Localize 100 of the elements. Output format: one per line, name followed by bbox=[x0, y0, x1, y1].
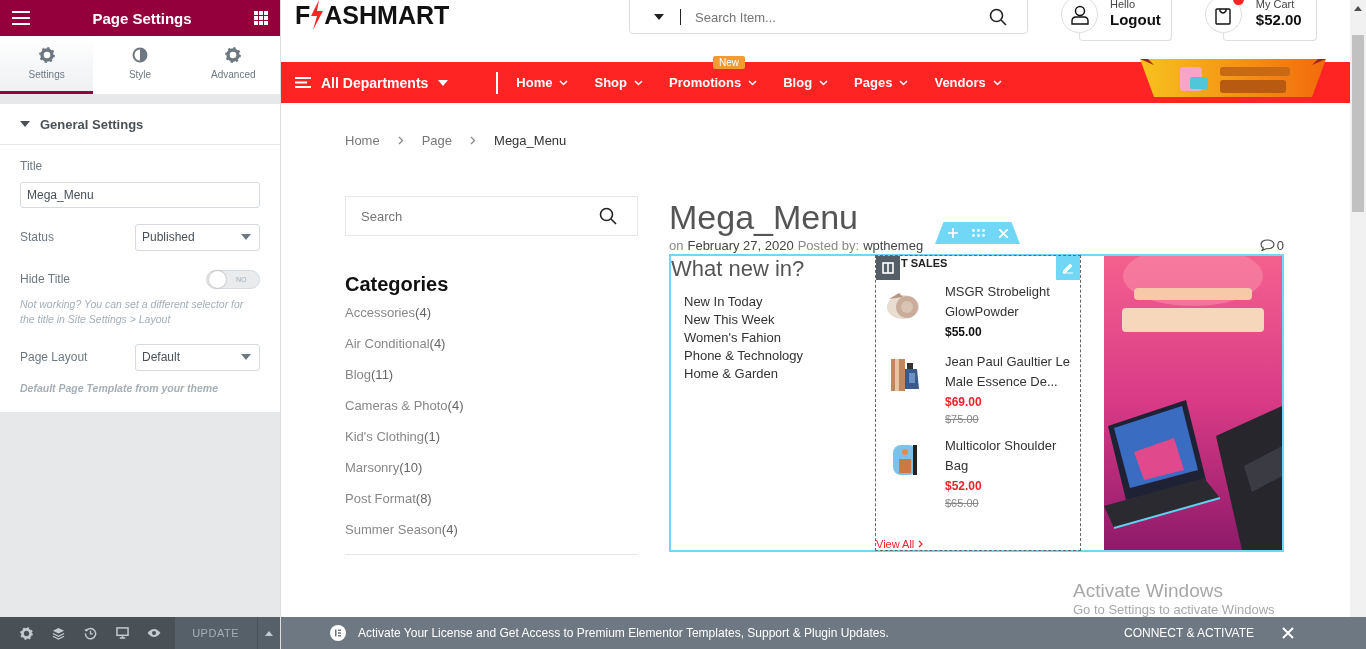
nav-link[interactable]: Home bbox=[516, 75, 569, 90]
category-link[interactable]: Air Conditional(4) bbox=[345, 336, 446, 351]
menu-link[interactable]: Phone & Technology bbox=[684, 348, 804, 363]
post-title: Mega_Menu bbox=[669, 197, 858, 238]
gear-icon bbox=[38, 47, 55, 63]
caret-down-icon bbox=[241, 354, 251, 360]
logo-text: F bbox=[295, 3, 311, 27]
breadcrumb-current: Mega_Menu bbox=[494, 132, 567, 148]
breadcrumb-link[interactable]: Home bbox=[345, 132, 380, 148]
chevron-down-icon bbox=[559, 79, 569, 86]
activation-watermark-text: Go to Settings to activate Windows bbox=[1073, 602, 1275, 618]
field-label: Title bbox=[20, 159, 44, 173]
menu-heading: What new in? bbox=[671, 256, 806, 282]
menu-icon bbox=[295, 77, 311, 88]
caret-down-icon bbox=[654, 14, 664, 20]
view-all-link[interactable]: View All bbox=[876, 538, 924, 550]
section-title: General Settings bbox=[40, 116, 144, 132]
apps-grid-icon[interactable] bbox=[254, 11, 268, 25]
comment-icon bbox=[1259, 239, 1275, 251]
chevron-down-icon bbox=[992, 79, 1002, 86]
category-link[interactable]: Post Format(8) bbox=[345, 491, 432, 506]
history-icon[interactable] bbox=[83, 626, 97, 640]
menu-link[interactable]: Women's Fahion bbox=[684, 330, 781, 345]
category-link[interactable]: Cameras & Photo(4) bbox=[345, 398, 464, 413]
caret-up-icon bbox=[264, 630, 273, 636]
category-link[interactable]: Blog(11) bbox=[345, 367, 394, 382]
update-options-button[interactable] bbox=[256, 617, 280, 649]
nav-link[interactable]: Blog bbox=[783, 75, 829, 90]
monitor-icon[interactable] bbox=[115, 627, 129, 639]
columns-icon bbox=[882, 262, 894, 274]
menu-link[interactable]: New This Week bbox=[684, 312, 775, 327]
layers-icon[interactable] bbox=[51, 626, 65, 640]
scrollbar-thumb[interactable] bbox=[1352, 35, 1364, 212]
search-bar[interactable]: Search bbox=[345, 196, 638, 236]
author-link[interactable]: wpthemeg bbox=[863, 237, 924, 253]
select-field[interactable]: Published bbox=[135, 223, 260, 251]
lightning-bolt-icon bbox=[310, 0, 325, 30]
section-heading: T SALES bbox=[901, 256, 948, 270]
field-label: Page Layout bbox=[20, 350, 88, 364]
close-icon[interactable] bbox=[1282, 627, 1294, 639]
breadcrumb-link[interactable]: Page bbox=[421, 132, 453, 148]
category-link[interactable]: Summer Season(4) bbox=[345, 522, 458, 537]
notice-text: Activate Your License and Get Access to Premium Elementor Templates, Support & Plugin Updates. bbox=[358, 626, 889, 640]
field-label: Status bbox=[20, 230, 55, 244]
connect-activate-link[interactable]: CONNECT & ACTIVATE bbox=[1123, 626, 1254, 640]
user-icon bbox=[1069, 4, 1090, 25]
product-name: Multicolor Shoulder Bag bbox=[945, 437, 1058, 475]
new-badge: New bbox=[713, 56, 745, 69]
edit-handle[interactable] bbox=[1056, 256, 1080, 280]
scroll-up-arrow-icon[interactable] bbox=[1354, 6, 1362, 11]
chevron-right-icon bbox=[918, 540, 924, 548]
product-name: Jean Paul Gaultier Le Male Essence De... bbox=[945, 353, 1072, 391]
caret-down-icon bbox=[241, 234, 251, 240]
categories-heading: Categories bbox=[345, 273, 450, 296]
product-price: $69.00 bbox=[945, 394, 983, 411]
product-price: $52.00 bbox=[945, 478, 983, 495]
search-icon[interactable] bbox=[989, 8, 1007, 26]
drag-handle-icon[interactable] bbox=[971, 229, 985, 237]
search-bar[interactable]: Search Item... bbox=[629, 0, 1028, 34]
chevron-down-icon bbox=[899, 79, 909, 86]
column-handle[interactable] bbox=[876, 256, 900, 280]
product-name: MSGR Strobelight GlowPowder bbox=[945, 283, 1051, 321]
nav-link[interactable]: Vendors bbox=[934, 75, 1002, 90]
help-text: Not working? You can set a different selector for the title in Site Settings > Layout bbox=[20, 297, 245, 327]
post-meta: Posted by: bbox=[797, 237, 860, 253]
chevron-down-icon bbox=[748, 79, 758, 86]
activation-watermark-title: Activate Windows bbox=[1073, 580, 1224, 602]
old-price: $75.00 bbox=[945, 412, 980, 426]
category-link[interactable]: Marsonry(10) bbox=[345, 460, 423, 475]
logo-text: ASHMART bbox=[324, 3, 450, 27]
all-departments-button[interactable]: All Departments bbox=[295, 74, 449, 91]
comment-count: 0 bbox=[1276, 237, 1284, 253]
contrast-icon bbox=[132, 47, 148, 63]
help-text: Default Page Template from your theme bbox=[20, 381, 219, 396]
chevron-right-icon bbox=[470, 135, 477, 145]
nav-link[interactable]: Pages bbox=[854, 75, 909, 90]
pencil-icon bbox=[1062, 262, 1074, 274]
select-field[interactable]: Default bbox=[135, 343, 260, 371]
section-handle[interactable] bbox=[935, 222, 1020, 244]
nav-link[interactable]: Shop bbox=[594, 75, 643, 90]
settings-icon[interactable] bbox=[19, 626, 33, 640]
elementor-logo-icon bbox=[330, 625, 346, 641]
menu-icon[interactable] bbox=[12, 11, 30, 25]
product-price: $55.00 bbox=[945, 324, 983, 341]
search-icon[interactable] bbox=[599, 207, 617, 225]
chevron-down-icon bbox=[634, 79, 643, 86]
old-price: $65.00 bbox=[945, 496, 980, 510]
menu-link[interactable]: Home & Garden bbox=[684, 366, 778, 381]
nav-link[interactable]: Promotions bbox=[669, 75, 758, 90]
chevron-right-icon bbox=[397, 135, 404, 145]
title-field[interactable]: Mega_Menu bbox=[20, 182, 260, 208]
gear-icon bbox=[225, 47, 242, 63]
caret-down-icon bbox=[438, 79, 449, 86]
panel-title: Page Settings bbox=[92, 9, 192, 27]
chevron-down-icon bbox=[819, 79, 829, 86]
eye-icon[interactable] bbox=[147, 628, 162, 638]
category-link[interactable]: Accessories(4) bbox=[345, 305, 431, 320]
field-label: Hide Title bbox=[20, 272, 71, 286]
category-link[interactable]: Kid's Clothing(1) bbox=[345, 429, 440, 444]
menu-link[interactable]: New In Today bbox=[684, 294, 763, 309]
